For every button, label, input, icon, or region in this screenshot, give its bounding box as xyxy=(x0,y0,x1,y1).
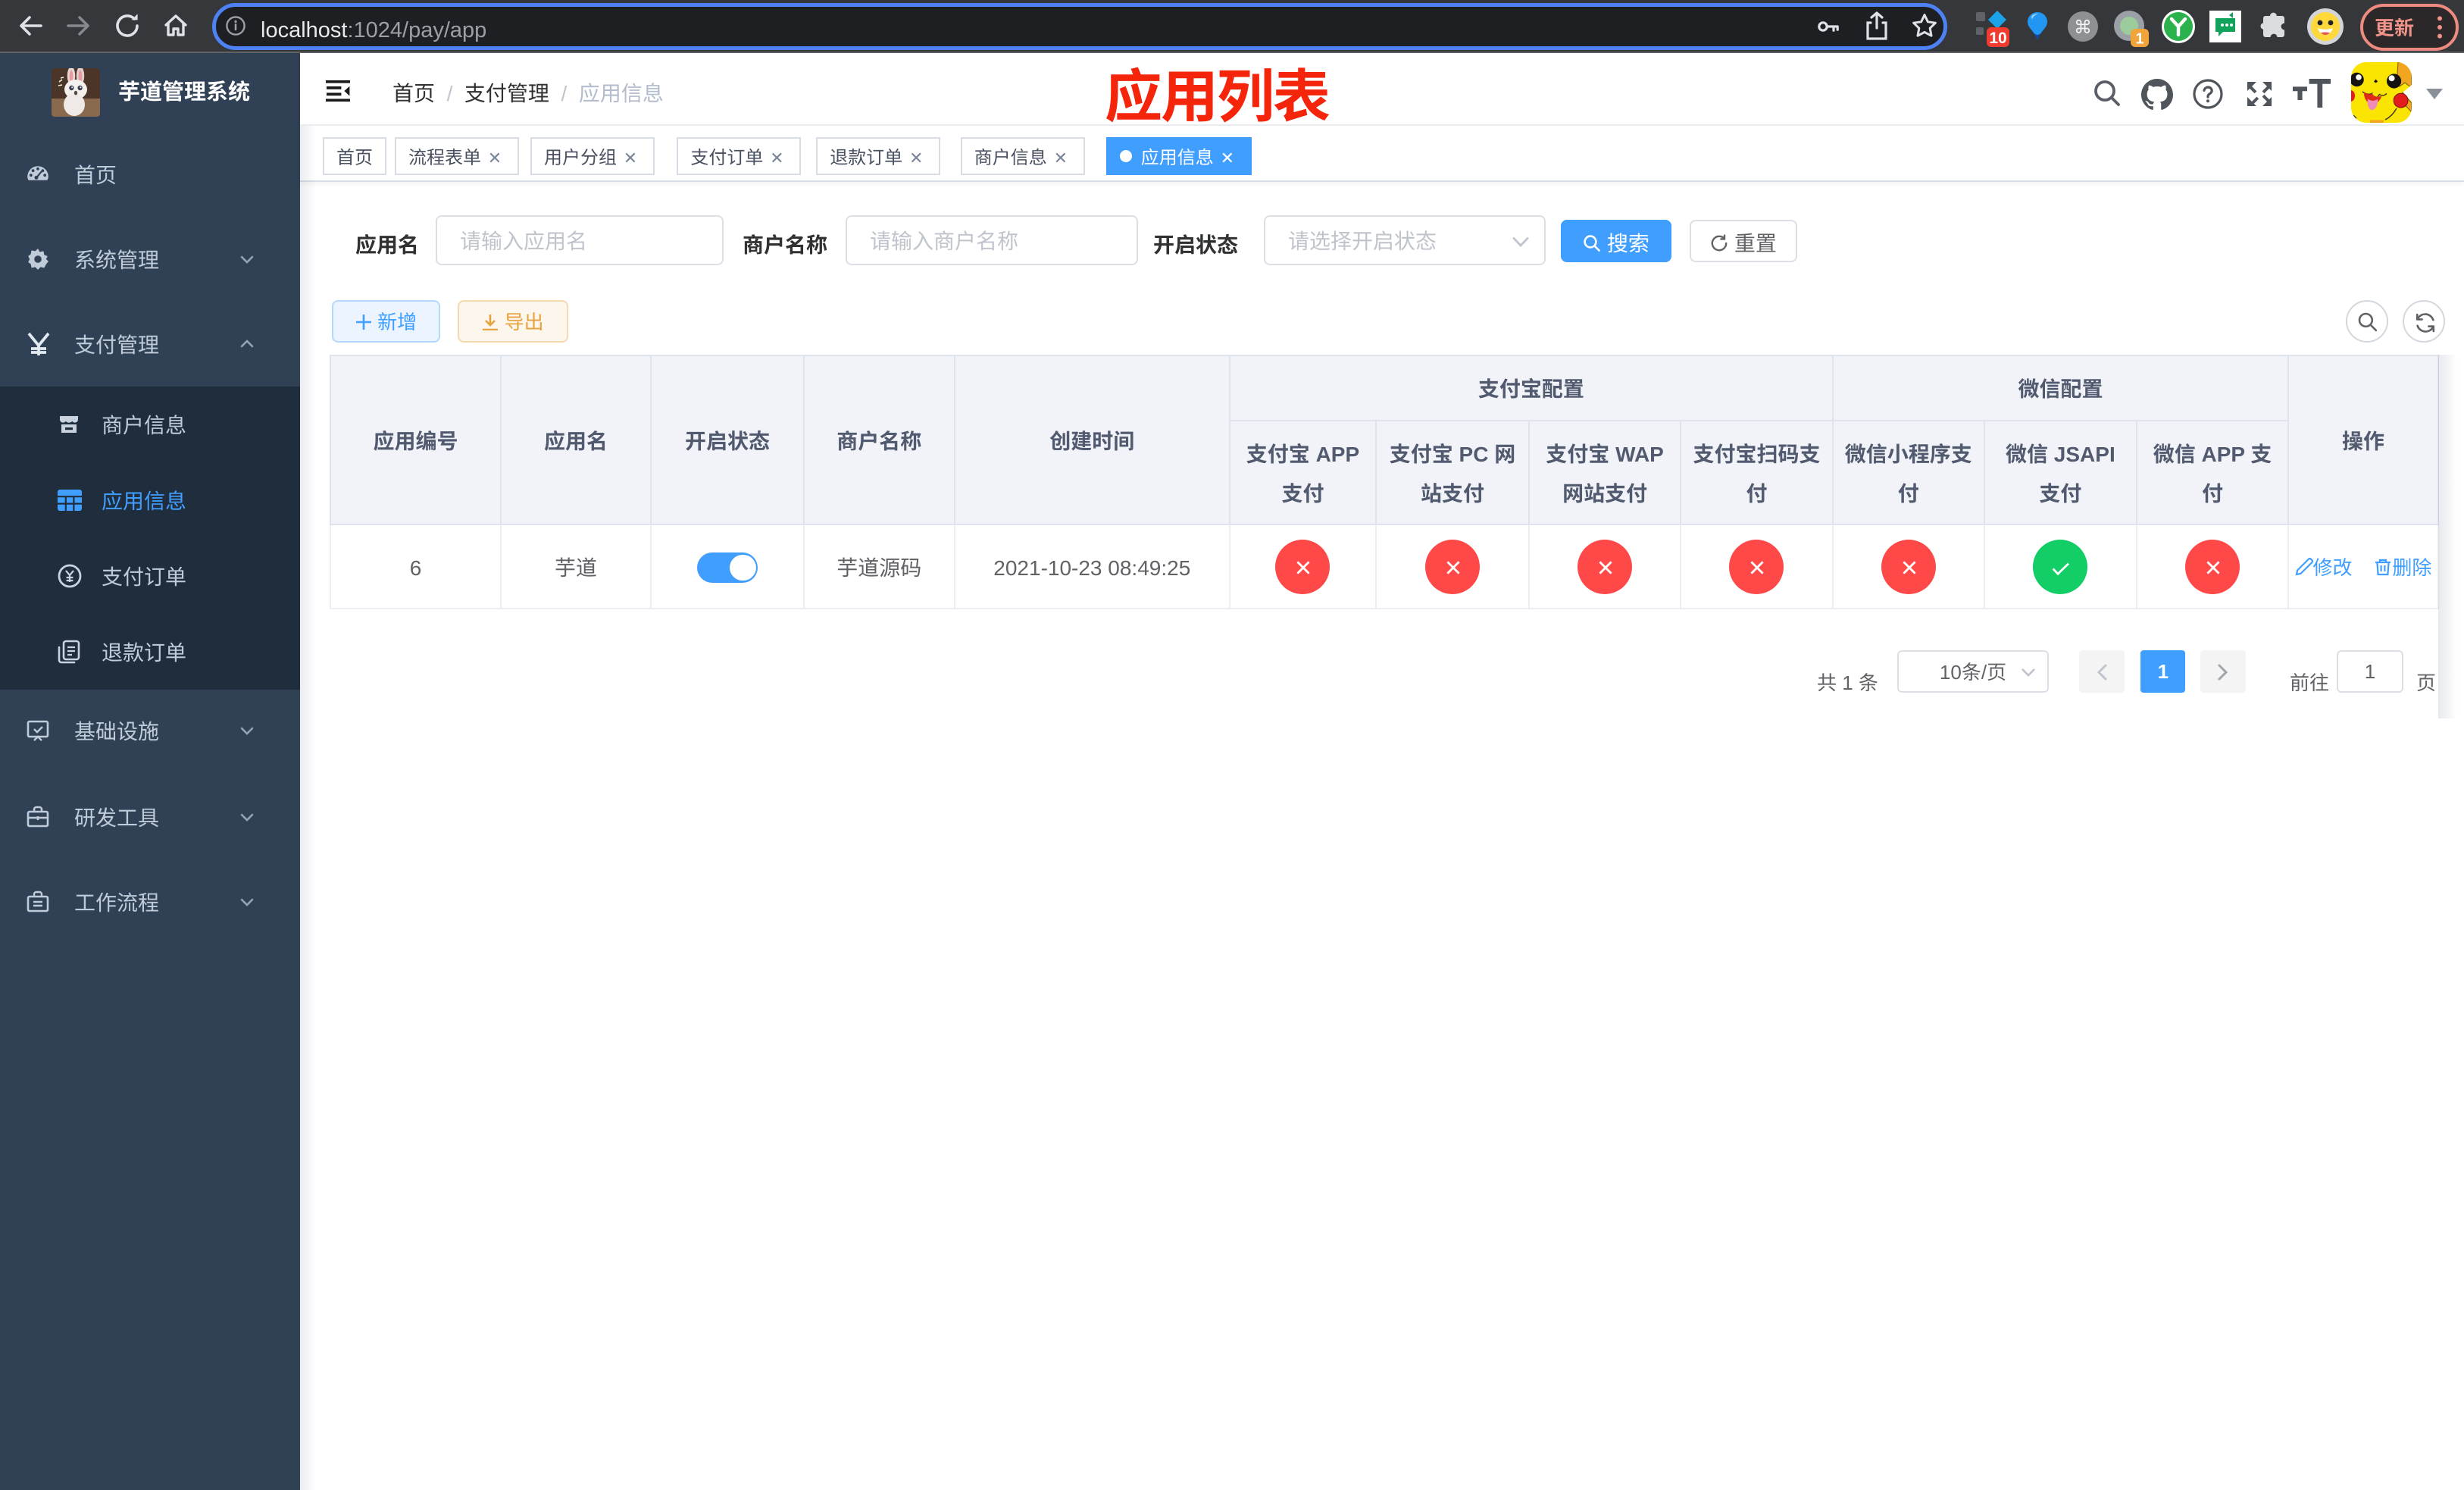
svg-text:1: 1 xyxy=(2135,30,2143,47)
svg-text:⌘: ⌘ xyxy=(2074,17,2092,38)
svg-text:10: 10 xyxy=(1989,30,2006,47)
